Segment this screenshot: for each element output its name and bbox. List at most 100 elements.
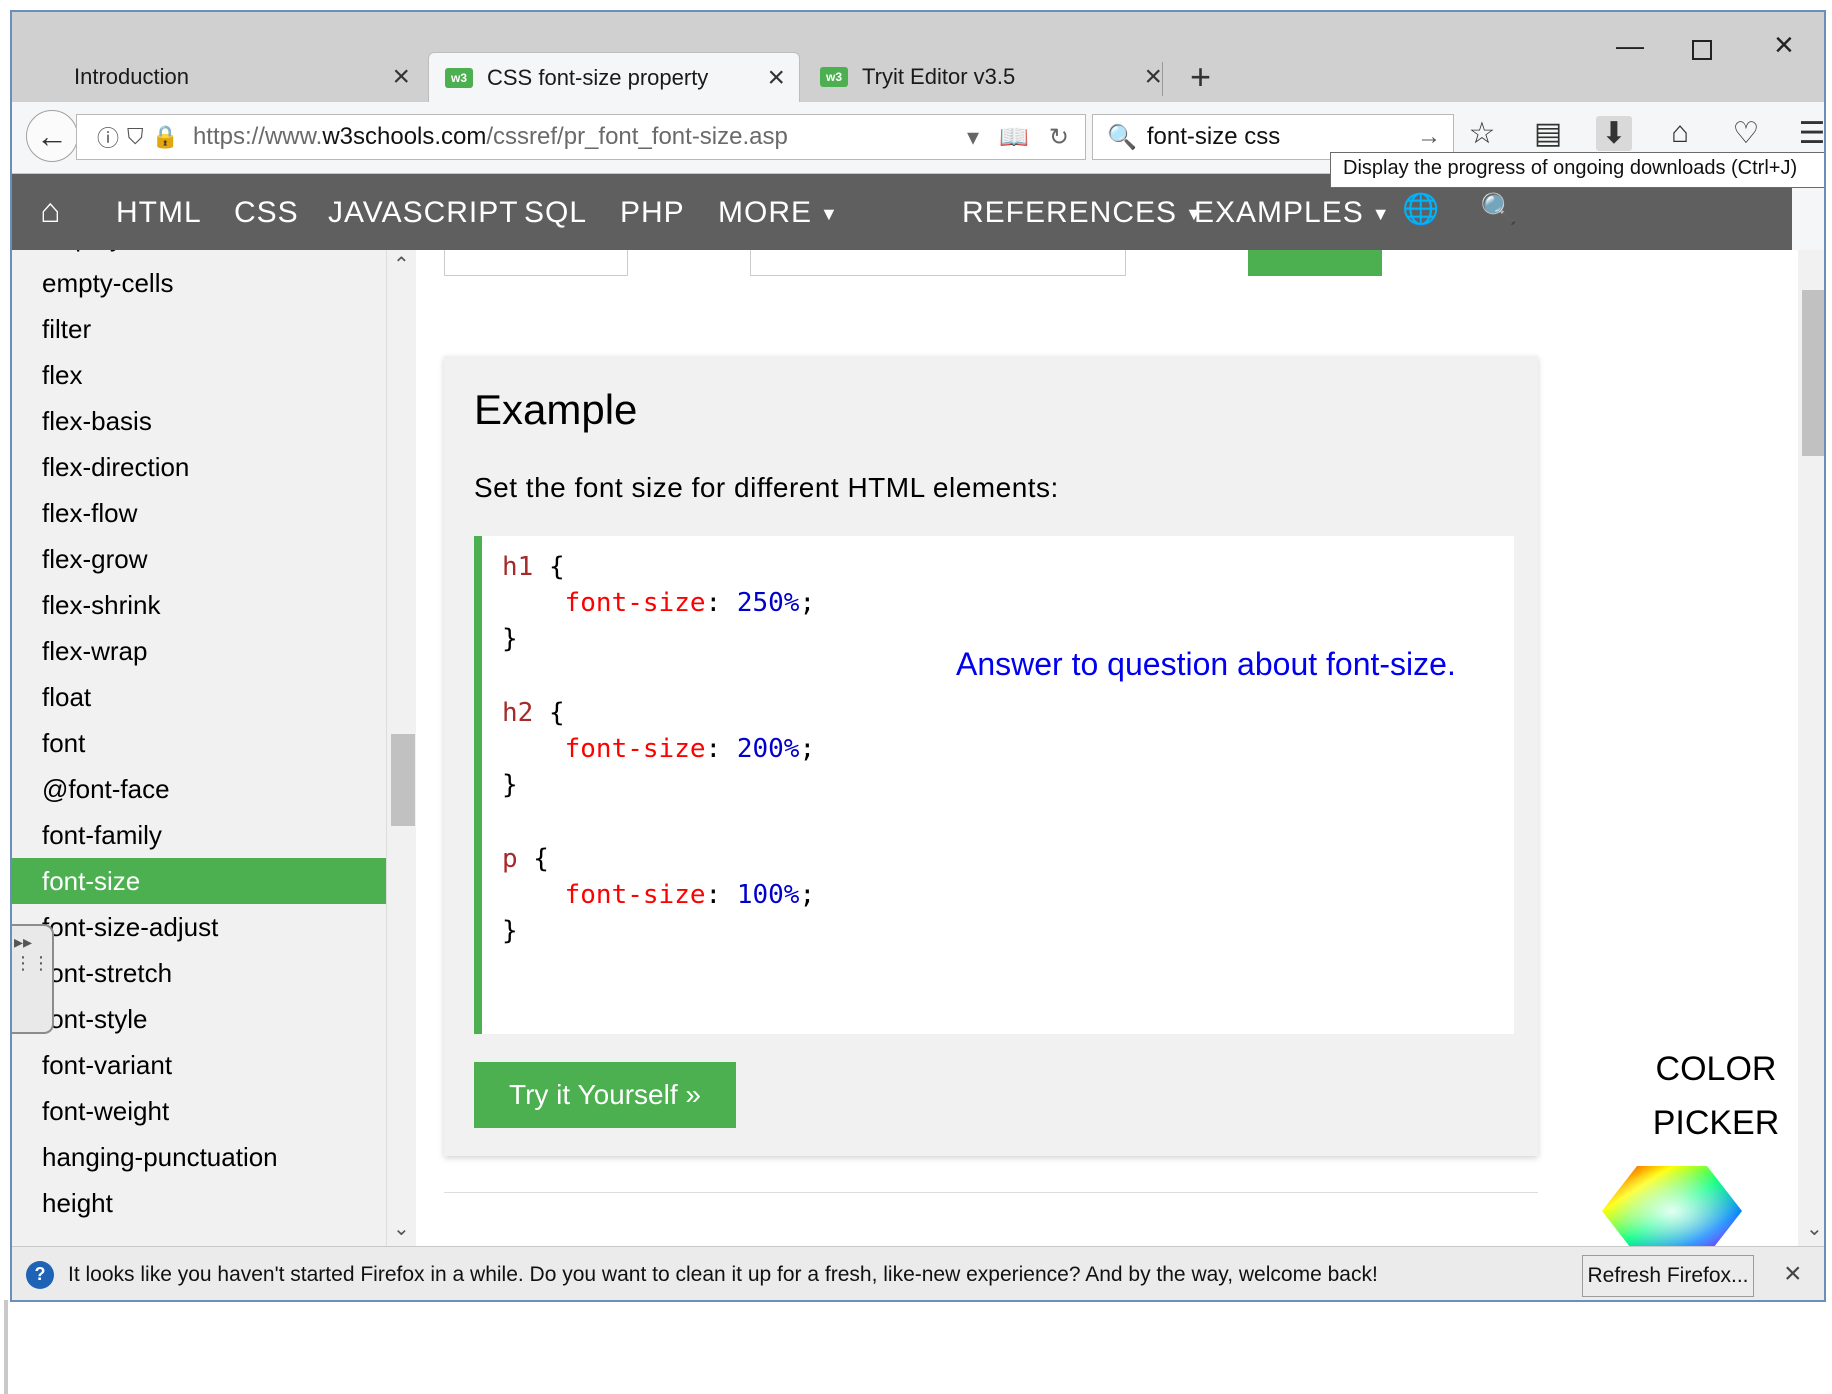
nav-css[interactable]: CSS — [234, 196, 299, 230]
sidebar-item-flex-grow[interactable]: flex-grow — [12, 536, 386, 582]
w3schools-favicon-icon: w3 — [445, 67, 473, 88]
notification-message: It looks like you haven't started Firefo… — [68, 1262, 1378, 1286]
back-button[interactable]: ← — [26, 110, 78, 162]
code-selector: h1 — [502, 552, 534, 582]
try-it-yourself-button[interactable]: Try it Yourself » — [474, 1062, 736, 1128]
sidebar-item-flex-shrink[interactable]: flex-shrink — [12, 582, 386, 628]
scrollbar-thumb[interactable] — [1802, 290, 1824, 456]
w3schools-favicon-icon: w3 — [820, 67, 848, 87]
notification-close-icon[interactable]: × — [1784, 1257, 1802, 1291]
sidebar-item-font-face[interactable]: @font-face — [12, 766, 386, 812]
info-icon: ⓘ — [97, 126, 120, 151]
sidebar-item-font-size[interactable]: font-size — [12, 858, 386, 904]
bookmarks-menu-icon[interactable]: ▤ — [1530, 116, 1566, 151]
nav-examples[interactable]: EXAMPLES ▼ — [1194, 196, 1391, 230]
tab-close-icon[interactable]: × — [392, 62, 410, 92]
tab-css-font-size[interactable]: w3 CSS font-size property × — [428, 52, 800, 102]
minimize-icon[interactable]: — — [1616, 30, 1644, 62]
lock-icon: 🔒 — [151, 124, 179, 149]
site-identity[interactable]: ⓘ ⛉ 🔒 — [97, 121, 179, 153]
sidebar-list: displayempty-cellsfilterflexflex-basisfl… — [12, 250, 386, 1226]
scroll-up-icon[interactable]: ⌃ — [393, 252, 410, 277]
sidebar-item-height[interactable]: height — [12, 1180, 386, 1226]
home-icon[interactable]: ⌂ — [1662, 116, 1698, 151]
sidebar-item-flex[interactable]: flex — [12, 352, 386, 398]
nav-sql[interactable]: SQL — [524, 196, 587, 230]
nav-examples-label: EXAMPLES — [1194, 196, 1364, 229]
scroll-down-icon[interactable]: ⌄ — [1806, 1216, 1823, 1241]
new-tab-icon[interactable]: + — [1190, 56, 1211, 98]
color-picker-heading[interactable]: COLOR PICKER — [1616, 1042, 1816, 1150]
tab-introduction[interactable]: Introduction × — [24, 52, 424, 102]
reload-icon[interactable]: ↻ — [1049, 123, 1069, 152]
scroll-down-icon[interactable]: ⌄ — [393, 1216, 410, 1241]
nav-php[interactable]: PHP — [620, 196, 685, 230]
code-line: font-size: 100%; — [564, 880, 816, 910]
url-text[interactable]: https://www.w3schools.com/cssref/pr_font… — [193, 123, 788, 151]
search-go-icon[interactable]: → — [1417, 123, 1441, 151]
sidebar-item-hanging-punctuation[interactable]: hanging-punctuation — [12, 1134, 386, 1180]
nav-more[interactable]: MORE ▼ — [718, 196, 839, 230]
answer-link[interactable]: Answer to question about font-size. — [956, 646, 1456, 683]
reader-view-icon[interactable]: 📖 — [999, 123, 1029, 152]
nav-javascript[interactable]: JAVASCRIPT — [328, 196, 519, 230]
page-scrollbar[interactable]: ⌄ — [1798, 250, 1824, 1246]
sidebar-item-font-style[interactable]: font-style — [12, 996, 386, 1042]
sidebar-item-filter[interactable]: filter — [12, 306, 386, 352]
tab-title: Introduction — [74, 64, 189, 89]
home-icon[interactable]: ⌂ — [40, 192, 61, 231]
downloads-tooltip: Display the progress of ongoing download… — [1330, 152, 1824, 188]
maximize-icon[interactable] — [1692, 40, 1712, 60]
reference-sidebar: displayempty-cellsfilterflexflex-basisfl… — [12, 250, 386, 1246]
sidebar-item-flex-wrap[interactable]: flex-wrap — [12, 628, 386, 674]
code-line: } — [502, 624, 518, 654]
search-value: font-size css — [1146, 123, 1281, 150]
tab-close-icon[interactable]: × — [1144, 62, 1162, 92]
code-selector: p — [502, 844, 518, 874]
nav-references-label: REFERENCES — [962, 196, 1178, 229]
code-line: font-size: 200%; — [564, 734, 816, 764]
sidebar-item-flex-flow[interactable]: flex-flow — [12, 490, 386, 536]
caret-down-icon: ▼ — [1371, 203, 1391, 224]
divider — [444, 1192, 1538, 1193]
sidebar-item-flex-direction[interactable]: flex-direction — [12, 444, 386, 490]
nav-html[interactable]: HTML — [116, 196, 202, 230]
bookmark-star-icon[interactable]: ☆ — [1464, 116, 1500, 151]
code-block: h1 { font-size: 250%; } h2 { font-size: … — [474, 536, 1514, 1034]
url-bar[interactable]: ⓘ ⛉ 🔒 https://www.w3schools.com/cssref/p… — [76, 114, 1086, 160]
sidebar-item-font-variant[interactable]: font-variant — [12, 1042, 386, 1088]
nav-references[interactable]: REFERENCES ▼ — [962, 196, 1204, 230]
sidebar-drag-handle[interactable]: ▸▸ ⋮⋮ — [12, 924, 54, 1034]
tab-close-icon[interactable]: × — [767, 63, 785, 93]
window-close-icon[interactable]: × — [1774, 26, 1794, 65]
search-icon[interactable]: 🔍 — [1480, 192, 1518, 227]
example-title: Example — [474, 386, 638, 433]
sidebar-item-font-family[interactable]: font-family — [12, 812, 386, 858]
sidebar-item-display[interactable]: display — [12, 250, 386, 260]
tab-title: CSS font-size property — [487, 64, 709, 90]
code-line: p { — [502, 844, 549, 874]
tab-strip: Introduction × w3 CSS font-size property… — [12, 12, 1824, 102]
scrollbar-thumb[interactable] — [391, 734, 415, 826]
sidebar-scrollbar[interactable]: ⌃ ⌄ — [386, 250, 416, 1246]
color-wheel-icon[interactable] — [1602, 1166, 1742, 1256]
window-shadow — [4, 1300, 8, 1394]
sidebar-item-font[interactable]: font — [12, 720, 386, 766]
dropdown-arrow-icon[interactable]: ▾ — [967, 123, 979, 152]
hamburger-menu-icon[interactable]: ☰ — [1794, 116, 1824, 151]
globe-icon[interactable]: 🌐 — [1402, 192, 1440, 227]
sidebar-item-font-size-adjust[interactable]: font-size-adjust — [12, 904, 386, 950]
sidebar-item-float[interactable]: float — [12, 674, 386, 720]
main-content: Example Set the font size for different … — [416, 220, 1798, 1256]
sidebar-item-flex-basis[interactable]: flex-basis — [12, 398, 386, 444]
refresh-firefox-button[interactable]: Refresh Firefox... — [1582, 1255, 1754, 1297]
toolbar-icons: ☆ ▤ ⬇ ⌂ ♡ ☰ — [1464, 116, 1824, 151]
sidebar-item-empty-cells[interactable]: empty-cells — [12, 260, 386, 306]
sidebar-item-font-stretch[interactable]: font-stretch — [12, 950, 386, 996]
code-line: } — [502, 916, 518, 946]
tab-separator — [1162, 62, 1163, 96]
sidebar-item-font-weight[interactable]: font-weight — [12, 1088, 386, 1134]
downloads-icon[interactable]: ⬇ — [1596, 116, 1632, 151]
tab-tryit-editor[interactable]: w3 Tryit Editor v3.5 × — [804, 52, 1176, 102]
pocket-icon[interactable]: ♡ — [1728, 116, 1764, 151]
